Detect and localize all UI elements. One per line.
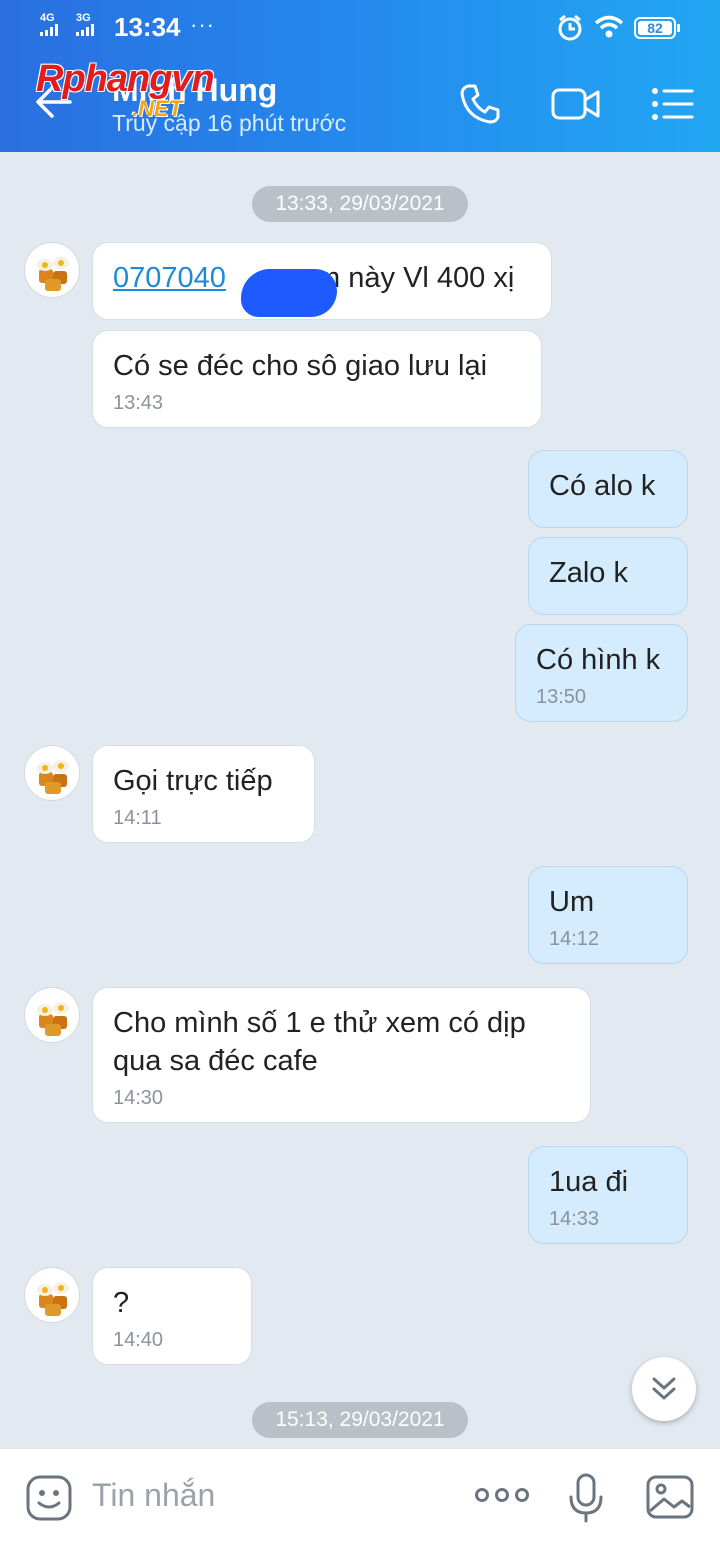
message-text: Có alo k [549,470,656,502]
double-chevron-down-icon [652,1377,676,1400]
message-text: 1ua đi [549,1166,629,1198]
watermark-logo: Rphangvn .NET [36,58,215,121]
wifi-icon [594,14,624,45]
message-bubble-incoming[interactable]: ? 14:40 [92,1267,252,1365]
message-bubble-outgoing[interactable]: Có hình k 13:50 [515,624,688,722]
signal-4g-icon: 4G [40,12,58,36]
top-bar: 4G 3G 13:34 ··· 82 Minh Hung Truy cập 16… [0,0,720,152]
avatar[interactable] [24,242,80,298]
message-bubble-incoming[interactable]: Có se đéc cho sô giao lưu lại 13:43 [92,330,542,428]
message-text: ? [113,1287,130,1319]
message-time: 14:30 [113,1087,164,1109]
message-text-line: Cho mình số 1 e thử xem có dịp [113,1007,526,1039]
message-time: 14:40 [113,1329,164,1351]
message-time: 14:11 [113,807,162,829]
chat-header: Minh Hung Truy cập 16 phút trước Rphangv… [0,56,720,152]
message-text: Um [549,886,595,918]
message-time: 14:33 [549,1208,600,1230]
message-bubble-incoming[interactable]: 0707040 em này Vl 400 xị [92,242,552,320]
network-type-label: 3G [76,12,91,24]
battery-indicator: 82 [634,17,680,39]
menu-list-icon[interactable] [650,82,694,131]
message-text-line: qua sa đéc cafe [113,1045,318,1077]
microphone-icon[interactable] [566,1471,606,1530]
date-separator: 13:33, 29/03/2021 [252,186,468,222]
sticker-icon[interactable] [24,1473,74,1528]
avatar[interactable] [24,1267,80,1323]
avatar[interactable] [24,987,80,1043]
message-bubble-incoming[interactable]: Gọi trực tiếp 14:11 [92,745,315,843]
video-call-icon[interactable] [550,82,602,131]
status-clock: 13:34 [114,12,181,42]
message-input-bar: Tin nhắn [0,1448,720,1544]
alarm-icon [556,14,584,47]
message-bubble-outgoing[interactable]: 1ua đi 14:33 [528,1146,688,1244]
redaction-scribble [241,269,337,317]
message-input[interactable]: Tin nhắn [92,1477,215,1514]
message-text: Có hình k [536,644,661,676]
message-bubble-incoming[interactable]: Cho mình số 1 e thử xem có dịp qua sa đé… [92,987,591,1123]
scroll-to-bottom-button[interactable] [632,1357,696,1421]
status-more-dots: ··· [190,12,215,37]
message-text: Zalo k [549,557,628,589]
signal-3g-icon: 3G [76,12,94,36]
more-options-icon[interactable] [474,1483,530,1512]
message-bubble-outgoing[interactable]: Zalo k [528,537,688,615]
message-text: Gọi trực tiếp [113,765,273,797]
image-icon[interactable] [644,1473,696,1526]
phone-icon[interactable] [458,82,502,131]
avatar[interactable] [24,745,80,801]
message-time: 13:43 [113,392,164,414]
message-time: 14:12 [549,928,600,950]
message-bubble-outgoing[interactable]: Có alo k [528,450,688,528]
message-text: Có se đéc cho sô giao lưu lại [113,350,488,382]
network-type-label: 4G [40,12,55,24]
date-separator: 15:13, 29/03/2021 [252,1402,468,1438]
status-bar: 4G 3G 13:34 ··· 82 [0,0,720,56]
phone-number-link[interactable]: 0707040 [113,262,226,294]
message-time: 13:50 [536,686,587,708]
message-bubble-outgoing[interactable]: Um 14:12 [528,866,688,964]
